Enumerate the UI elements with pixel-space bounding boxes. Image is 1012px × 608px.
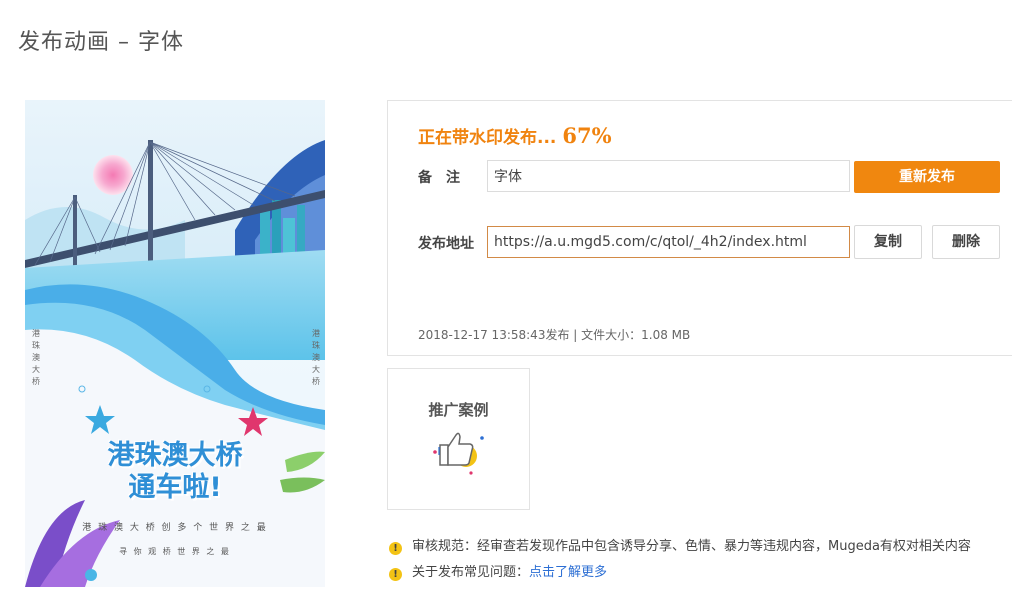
- publish-panel: 正在带水印发布...67% 备注 重新发布 发布地址 复制 删除 2018-12…: [387, 100, 1012, 356]
- warning-icon: !: [389, 542, 402, 555]
- note-label: 备注: [418, 170, 474, 186]
- publish-progress-percent: 67%: [562, 123, 612, 148]
- poster-side-text-left: 港珠澳大桥: [32, 329, 40, 386]
- faq-link[interactable]: 点击了解更多: [529, 565, 607, 580]
- poster-preview: 港珠澳大桥 港珠澳大桥 港珠澳大桥 通车啦! 港 珠 澳 大 桥 创 多 个 世…: [25, 100, 325, 587]
- publish-status-text: 正在带水印发布...: [418, 128, 557, 148]
- warning-icon: !: [389, 568, 402, 581]
- thumbs-up-icon: [433, 432, 484, 475]
- publish-meta: 2018-12-17 13:58:43发布 | 文件大小：1.08 MB: [418, 328, 691, 342]
- note-input[interactable]: [487, 160, 850, 192]
- promo-cases-label: 推广案例: [428, 401, 489, 419]
- poster-subcaption: 寻 你 观 桥 世 界 之 最: [119, 547, 231, 556]
- page-title: 发布动画 – 字体: [18, 30, 184, 55]
- poster-headline-line2: 通车啦!: [128, 472, 222, 503]
- poster-caption: 港 珠 澳 大 桥 创 多 个 世 界 之 最: [82, 523, 268, 533]
- review-rules-text: 审核规范：经审查若发现作品中包含诱导分享、色情、暴力等违规内容，Mugeda有权…: [412, 539, 971, 554]
- review-rules-notice: ! 审核规范：经审查若发现作品中包含诱导分享、色情、暴力等违规内容，Mugeda有…: [389, 535, 971, 555]
- publish-url-label: 发布地址: [418, 236, 474, 252]
- poster-side-text-right: 港珠澳大桥: [312, 329, 320, 386]
- poster-illustration: [25, 100, 325, 587]
- delete-button[interactable]: 删除: [932, 225, 1000, 259]
- publish-url-input[interactable]: [487, 226, 850, 258]
- promo-cases-card[interactable]: 推广案例: [387, 368, 530, 510]
- faq-notice: ! 关于发布常见问题：点击了解更多: [389, 561, 607, 581]
- poster-headline-line1: 港珠澳大桥: [107, 440, 243, 471]
- publish-status: 正在带水印发布... 67%: [418, 123, 612, 148]
- copy-button[interactable]: 复制: [854, 225, 922, 259]
- faq-prefix: 关于发布常见问题：: [412, 565, 530, 580]
- republish-button[interactable]: 重新发布: [854, 161, 1000, 193]
- publish-page: 发布动画 – 字体 港珠澳大桥 港珠澳大桥 港珠澳大桥 通车啦! 港 珠 澳 大…: [0, 0, 1012, 608]
